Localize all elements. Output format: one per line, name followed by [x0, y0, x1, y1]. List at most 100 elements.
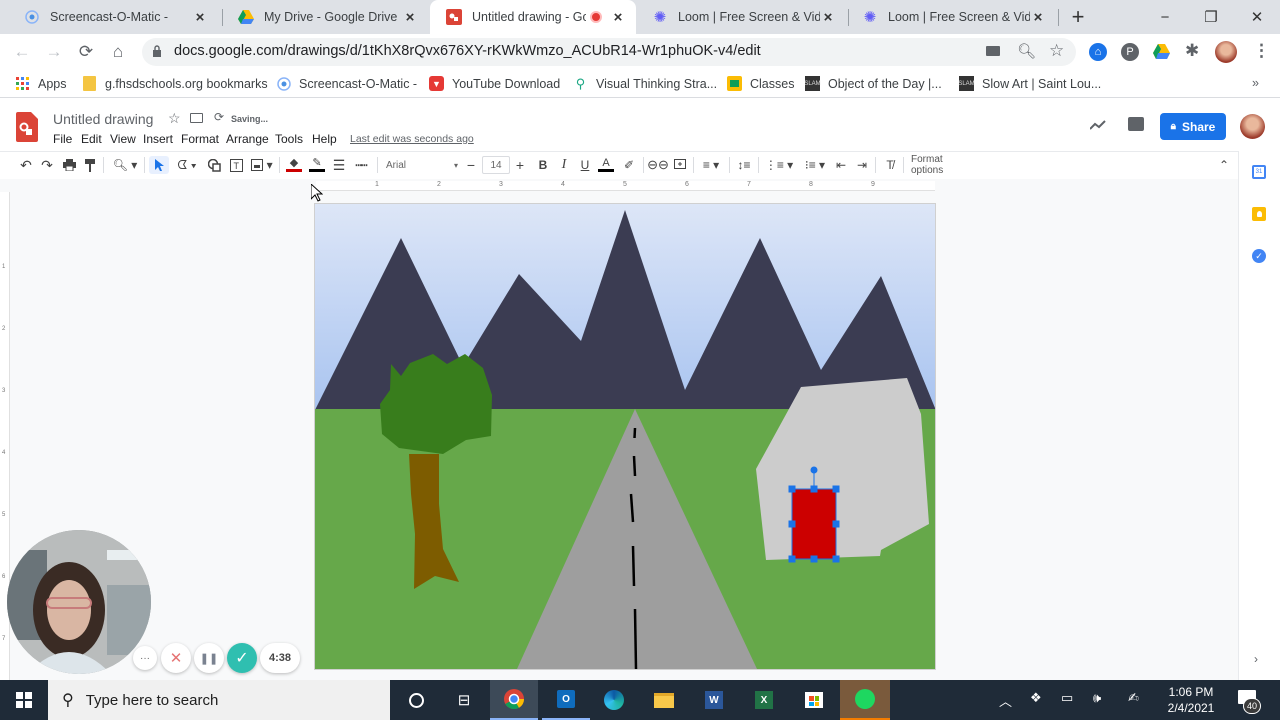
share-button[interactable]: 🔒︎ Share — [1160, 113, 1226, 140]
insert-link-icon[interactable]: ⊖⊖ — [647, 156, 669, 174]
decrease-font-size-button[interactable]: − — [464, 156, 478, 174]
windows-start-button[interactable] — [0, 680, 48, 720]
tab-untitled-drawing[interactable]: Untitled drawing - Goo × — [430, 0, 636, 34]
profile-avatar[interactable] — [1215, 41, 1237, 63]
resize-handle[interactable] — [810, 555, 818, 563]
account-avatar[interactable] — [1240, 114, 1265, 139]
close-tab-icon[interactable]: × — [402, 9, 418, 26]
resize-handle[interactable] — [832, 555, 840, 563]
tab-loom-2[interactable]: ✺ Loom | Free Screen & Vide × — [846, 0, 1056, 34]
bulleted-list-button[interactable]: ⁝≡ ▾ — [800, 156, 830, 174]
close-tab-icon[interactable]: × — [820, 9, 836, 26]
format-options-button[interactable]: Format options — [911, 154, 975, 176]
dropbox-icon[interactable]: ❖ — [1030, 690, 1042, 706]
paint-format-icon[interactable] — [82, 156, 98, 174]
google-keep-icon[interactable] — [1252, 207, 1266, 221]
bookmark-screencast[interactable]: Screencast-O-Matic - — [276, 76, 417, 91]
clear-formatting-icon[interactable]: T̸ — [882, 156, 898, 174]
text-color-button[interactable]: A — [598, 156, 614, 174]
camera-icon[interactable] — [986, 46, 1000, 56]
taskbar-spotify[interactable] — [840, 680, 890, 720]
add-comment-icon[interactable] — [672, 156, 688, 174]
menu-insert[interactable]: Insert — [143, 132, 173, 146]
expand-side-panel-icon[interactable]: › — [1254, 652, 1258, 666]
numbered-list-button[interactable]: ⋮≡ ▾ — [764, 156, 794, 174]
loom-camera-bubble[interactable] — [7, 530, 151, 674]
text-box-icon[interactable]: T — [228, 156, 244, 174]
fill-color-button[interactable]: ◆ — [285, 156, 303, 174]
loom-more-button[interactable]: ··· — [133, 646, 157, 670]
resize-handle[interactable] — [832, 520, 840, 528]
bookmark-classes[interactable]: Classes — [727, 76, 794, 91]
restore-button[interactable]: ❐ — [1188, 0, 1234, 34]
google-drive-extension-icon[interactable] — [1153, 44, 1170, 64]
close-tab-icon[interactable]: × — [192, 9, 208, 26]
highlight-color-icon[interactable]: ✐ — [622, 156, 636, 174]
bookmark-folder-fhsd[interactable]: g.fhsdschools.org bookmarks — [82, 76, 268, 91]
italic-button[interactable]: I — [557, 156, 571, 174]
zoom-menu-button[interactable]: 🔍︎ ▾ — [110, 156, 140, 174]
menu-format[interactable]: Format — [181, 132, 219, 146]
line-tool-button[interactable]: ᗧ ▾ — [174, 156, 200, 174]
tab-google-drive[interactable]: My Drive - Google Drive × — [222, 0, 428, 34]
document-title[interactable]: Untitled drawing — [53, 111, 153, 127]
bookmarks-overflow-button[interactable]: » — [1252, 76, 1259, 90]
drawing-canvas[interactable] — [315, 204, 935, 669]
bookmark-apps[interactable]: Apps — [15, 76, 67, 91]
extension-icon[interactable]: ⌂ — [1089, 43, 1107, 61]
bookmark-object-of-the-day[interactable]: SLAM Object of the Day |... — [804, 76, 942, 91]
google-calendar-icon[interactable]: 31 — [1252, 165, 1266, 179]
bookmark-visual-thinking[interactable]: ⚲ Visual Thinking Stra... — [573, 76, 717, 91]
battery-icon[interactable]: ▭ — [1061, 690, 1073, 706]
resize-handle[interactable] — [810, 485, 818, 493]
back-button[interactable]: ← — [11, 41, 33, 63]
shape-tool-icon[interactable] — [206, 156, 222, 174]
pinterest-icon[interactable]: P — [1121, 43, 1139, 61]
border-weight-icon[interactable]: ☰ — [331, 156, 347, 174]
align-button[interactable]: ≡ ▾ — [698, 156, 724, 174]
taskbar-excel[interactable]: X — [740, 680, 788, 720]
border-dash-icon[interactable]: ┅┅ — [353, 156, 369, 174]
door-shape[interactable] — [792, 489, 836, 559]
menu-view[interactable]: View — [110, 132, 136, 146]
line-spacing-icon[interactable]: ↕≡ — [735, 156, 753, 174]
pen-workspace-icon[interactable]: ✍︎ — [1128, 690, 1139, 706]
increase-indent-icon[interactable]: ⇥ — [855, 156, 869, 174]
close-tab-icon[interactable]: × — [1030, 9, 1046, 26]
tab-loom-1[interactable]: ✺ Loom | Free Screen & Vide × — [636, 0, 846, 34]
tab-screencast[interactable]: Screencast-O-Matic - × — [8, 0, 218, 34]
bold-button[interactable]: B — [536, 156, 550, 174]
google-drawings-logo[interactable] — [16, 112, 38, 142]
menu-file[interactable]: File — [53, 132, 72, 146]
reload-button[interactable]: ⟳ — [75, 41, 97, 63]
redo-icon[interactable]: ↷ — [39, 156, 55, 174]
activity-dashboard-icon[interactable] — [1089, 117, 1106, 135]
home-button[interactable]: ⌂ — [107, 41, 129, 63]
menu-edit[interactable]: Edit — [81, 132, 102, 146]
loom-finish-button[interactable]: ✓ — [227, 643, 257, 673]
taskbar-outlook[interactable]: O — [542, 680, 590, 720]
select-tool-icon[interactable] — [149, 156, 169, 174]
image-insert-button[interactable]: ▾ — [250, 156, 274, 174]
task-view-icon[interactable]: ⊟ — [440, 680, 488, 720]
comments-icon[interactable] — [1128, 117, 1144, 131]
taskbar-clock[interactable]: 1:06 PM 2/4/2021 — [1160, 684, 1222, 716]
resize-handle[interactable] — [788, 520, 796, 528]
menu-help[interactable]: Help — [312, 132, 337, 146]
cortana-icon[interactable] — [392, 680, 440, 720]
url-text[interactable]: docs.google.com/drawings/d/1tKhX8rQvx676… — [174, 43, 761, 59]
google-tasks-icon[interactable]: ✓ — [1252, 249, 1266, 263]
increase-font-size-button[interactable]: + — [513, 156, 527, 174]
zoom-icon[interactable]: 🔍︎ — [1017, 42, 1036, 60]
font-size-input[interactable]: 14 — [482, 156, 510, 174]
star-icon[interactable]: ☆ — [168, 110, 181, 127]
horizontal-ruler[interactable]: 1 2 3 4 5 6 7 8 9 — [316, 181, 935, 191]
menu-arrange[interactable]: Arrange — [226, 132, 269, 146]
taskbar-edge[interactable] — [590, 680, 638, 720]
volume-icon[interactable]: 🕪︎ — [1093, 690, 1101, 706]
close-tab-icon[interactable]: × — [610, 9, 626, 26]
last-edit-link[interactable]: Last edit was seconds ago — [350, 133, 474, 145]
taskbar-file-explorer[interactable] — [640, 680, 688, 720]
resize-handle[interactable] — [788, 555, 796, 563]
font-family-select[interactable]: Arial ▾ — [386, 156, 458, 174]
